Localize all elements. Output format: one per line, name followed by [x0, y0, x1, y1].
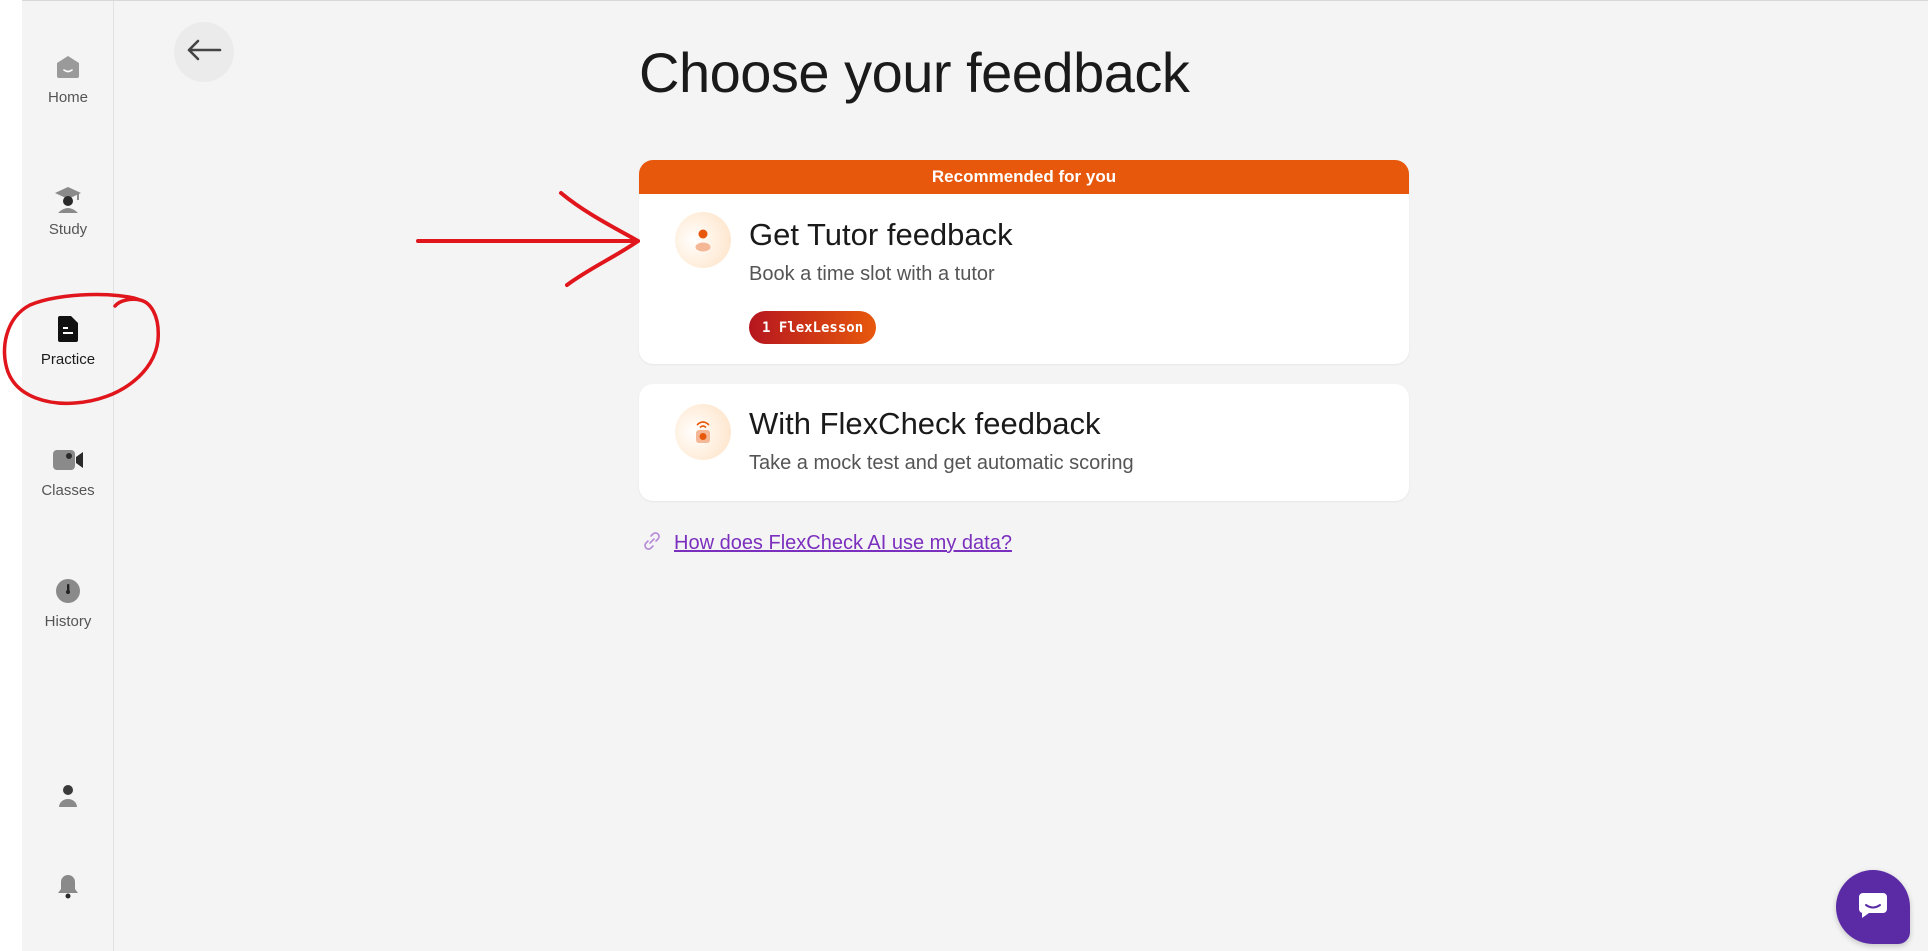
- home-icon: [52, 51, 84, 83]
- data-policy-link[interactable]: How does FlexCheck AI use my data?: [674, 532, 1012, 555]
- bell-icon[interactable]: [52, 870, 84, 902]
- sidebar-item-study[interactable]: Study: [22, 183, 114, 263]
- sidebar-item-home[interactable]: Home: [22, 51, 114, 131]
- page-title: Choose your feedback: [639, 41, 1190, 104]
- clock-icon: [52, 575, 84, 607]
- graduation-cap-icon: [52, 183, 84, 215]
- sidebar-item-history[interactable]: History: [22, 575, 114, 655]
- sidebar: Home Study Practice Classes History: [22, 1, 114, 951]
- option-subtitle: Book a time slot with a tutor: [749, 263, 995, 285]
- user-icon[interactable]: [52, 780, 84, 812]
- flexcheck-feedback-option[interactable]: With FlexCheck feedback Take a mock test…: [639, 384, 1409, 501]
- sidebar-item-label: Practice: [40, 351, 96, 368]
- chat-button[interactable]: [1836, 870, 1910, 944]
- document-icon: [52, 313, 84, 345]
- sidebar-item-label: Classes: [41, 482, 95, 499]
- back-button[interactable]: [174, 22, 234, 82]
- option-subtitle: Take a mock test and get automatic scori…: [749, 452, 1134, 474]
- tutor-feedback-option[interactable]: Recommended for you Get Tutor feedback B…: [639, 160, 1409, 364]
- recommended-banner: Recommended for you: [639, 160, 1409, 194]
- robot-icon: [675, 404, 731, 460]
- sidebar-item-label: Home: [47, 89, 88, 106]
- chat-icon: [1857, 891, 1889, 924]
- link-icon: [642, 531, 662, 556]
- sidebar-item-classes[interactable]: Classes: [22, 444, 114, 524]
- arrow-left-icon: [186, 39, 222, 66]
- option-title: With FlexCheck feedback: [749, 406, 1101, 441]
- data-policy-link-row: How does FlexCheck AI use my data?: [642, 531, 1012, 556]
- annotation-arrowhead: [559, 191, 640, 287]
- top-border: [0, 0, 1928, 1]
- tutor-icon: [675, 212, 731, 268]
- option-title: Get Tutor feedback: [749, 217, 1013, 252]
- sidebar-item-practice[interactable]: Practice: [22, 313, 114, 393]
- sidebar-item-label: Study: [48, 221, 88, 238]
- sidebar-item-label: History: [44, 613, 92, 630]
- left-gutter: [0, 0, 22, 951]
- video-camera-icon: [52, 444, 84, 476]
- flexlesson-badge: 1 FlexLesson: [749, 311, 877, 344]
